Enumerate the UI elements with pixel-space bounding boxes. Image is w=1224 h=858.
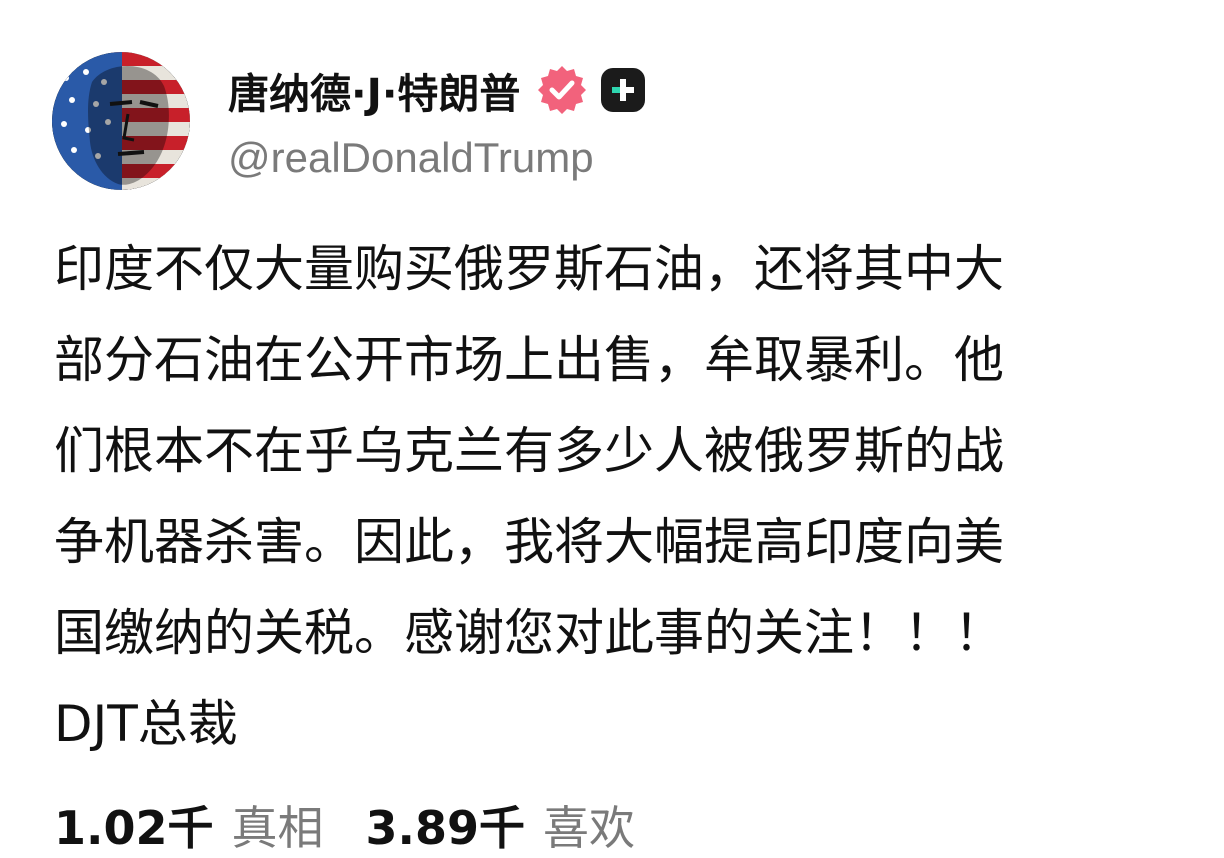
truths-count[interactable]: 1.02千 (54, 792, 214, 858)
avatar-image (52, 52, 190, 190)
post-body-line: 们根本不在乎乌克兰有多少人被俄罗斯的战 (54, 422, 1004, 480)
post-card: 唐纳德·J·特朗普 @realDonaldTrump 印度不仅大量购买俄罗斯石油… (0, 0, 1224, 855)
post-stats: 1.02千 真相 3.89千 喜欢 (54, 792, 635, 855)
post-body-line: 争机器杀害。因此，我将大幅提高印度向美 (54, 513, 1004, 571)
author-handle[interactable]: @realDonaldTrump (228, 134, 594, 182)
post-body-line: 国缴纳的关税。感谢您对此事的关注！！！ (54, 604, 1004, 662)
likes-label[interactable]: 喜欢 (543, 792, 635, 858)
plus-badge-icon (601, 68, 646, 112)
author-name-row: 唐纳德·J·特朗普 (228, 62, 646, 118)
post-body-line: 印度不仅大量购买俄罗斯石油，还将其中大 (54, 240, 1004, 298)
avatar[interactable] (52, 52, 190, 190)
post-body: 印度不仅大量购买俄罗斯石油，还将其中大 部分石油在公开市场上出售，牟取暴利。他 … (54, 224, 1174, 770)
likes-count[interactable]: 3.89千 (366, 792, 526, 858)
truths-label[interactable]: 真相 (232, 792, 324, 858)
post-body-line: 部分石油在公开市场上出售，牟取暴利。他 (54, 331, 1004, 389)
author-display-name[interactable]: 唐纳德·J·特朗普 (228, 60, 520, 120)
verified-badge-icon (538, 66, 587, 114)
post-body-line: DJT总裁 (54, 695, 238, 753)
